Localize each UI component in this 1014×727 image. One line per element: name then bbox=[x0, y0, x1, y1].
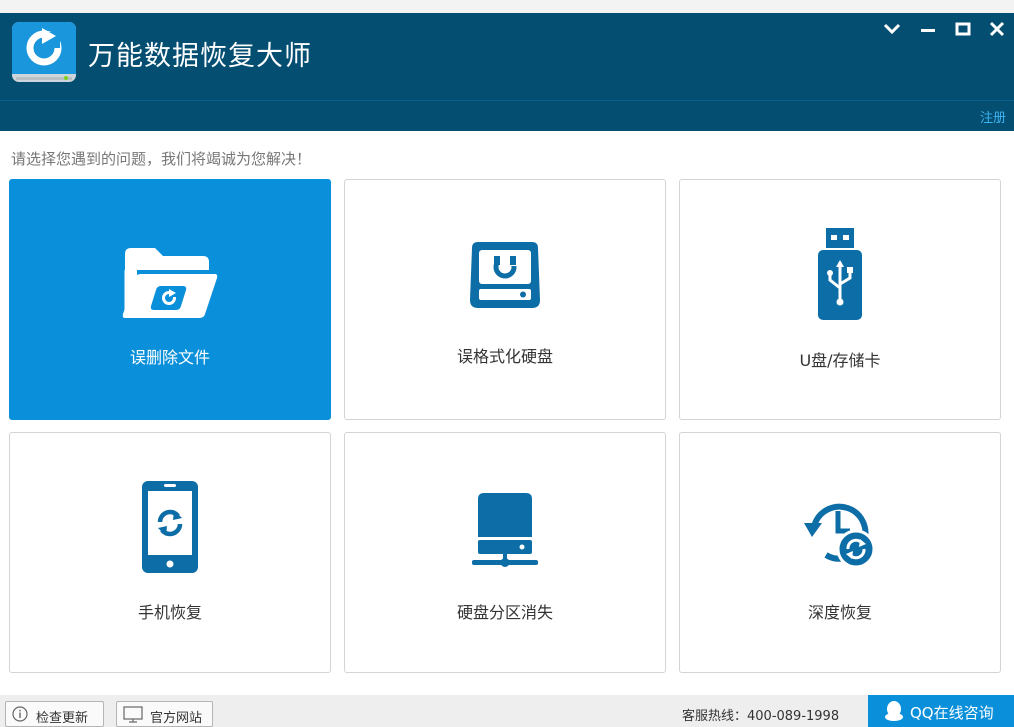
check-update-label: 检查更新 bbox=[36, 711, 89, 726]
tile-formatted-disk[interactable]: 误格式化硬盘 bbox=[344, 179, 666, 420]
tile-label: 手机恢复 bbox=[137, 603, 202, 622]
register-link[interactable]: 注册 bbox=[980, 107, 1006, 126]
qq-consult-button[interactable]: QQ在线咨询 bbox=[868, 695, 1014, 727]
hard-drive-icon bbox=[470, 242, 540, 308]
close-icon[interactable] bbox=[986, 18, 1008, 40]
tile-lost-partition[interactable]: 硬盘分区消失 bbox=[344, 432, 666, 673]
tile-usb-card[interactable]: U盘/存储卡 bbox=[679, 179, 1001, 420]
check-update-button[interactable]: 检查更新 bbox=[5, 701, 104, 727]
usb-drive-icon bbox=[818, 228, 862, 320]
clock-history-icon bbox=[804, 503, 876, 569]
tile-phone-recovery[interactable]: 手机恢复 bbox=[9, 432, 331, 673]
monitor-icon bbox=[123, 706, 143, 723]
maximize-icon[interactable] bbox=[952, 18, 974, 40]
tile-label: 误格式化硬盘 bbox=[456, 347, 553, 366]
tile-deleted-files[interactable]: 误删除文件 bbox=[9, 179, 331, 420]
tile-label: 硬盘分区消失 bbox=[456, 603, 553, 622]
network-drive-icon bbox=[472, 493, 538, 567]
qq-penguin-icon bbox=[885, 701, 903, 721]
official-site-button[interactable]: 官方网站 bbox=[116, 701, 213, 727]
tile-label: U盘/存储卡 bbox=[799, 351, 881, 370]
instruction-text: 请选择您遇到的问题，我们将竭诚为您解决！ bbox=[11, 150, 312, 168]
folder-restore-icon bbox=[122, 248, 218, 318]
qq-consult-label: QQ在线咨询 bbox=[910, 704, 994, 722]
hotline-text: 客服热线：400-089-1998 bbox=[682, 709, 840, 724]
tile-label: 误删除文件 bbox=[129, 348, 210, 367]
tile-label: 深度恢复 bbox=[807, 603, 872, 622]
minimize-icon[interactable] bbox=[917, 18, 939, 40]
official-site-label: 官方网站 bbox=[150, 711, 203, 726]
app-title: 万能数据恢复大师 bbox=[88, 41, 312, 72]
phone-restore-icon bbox=[142, 481, 198, 573]
tile-deep-recovery[interactable]: 深度恢复 bbox=[679, 432, 1001, 673]
app-logo-icon bbox=[12, 22, 76, 82]
top-strip bbox=[0, 0, 1014, 13]
info-icon bbox=[12, 706, 28, 722]
header-subbar bbox=[0, 100, 1014, 131]
chevron-down-icon[interactable] bbox=[881, 18, 903, 40]
